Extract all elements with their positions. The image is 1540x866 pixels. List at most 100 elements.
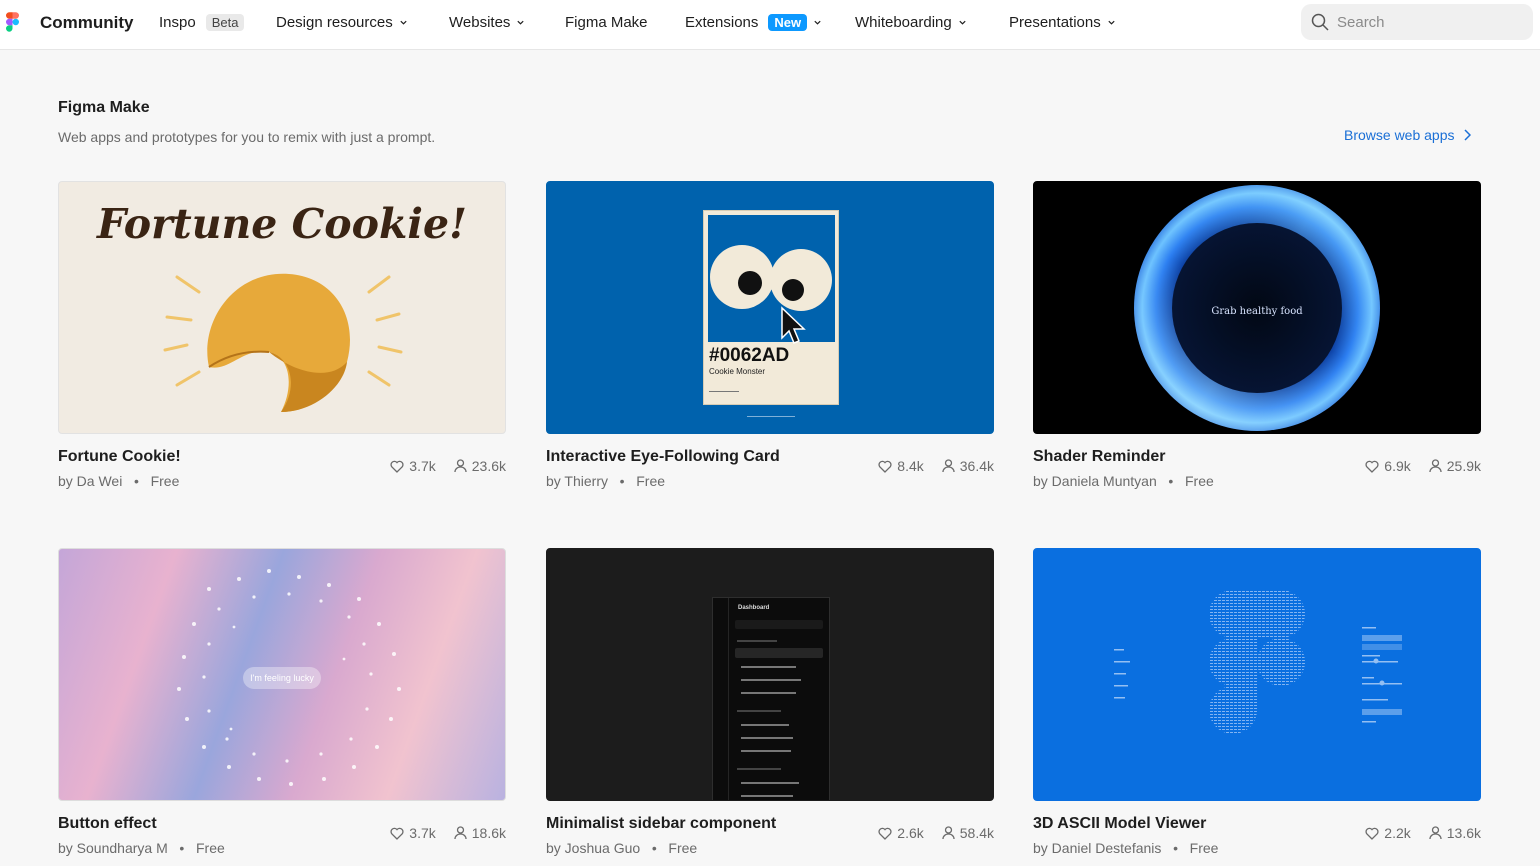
users-count: 18.6k [471,825,506,841]
user-icon [1429,459,1442,473]
chevron-right-icon [1463,129,1471,141]
card-title[interactable]: Minimalist sidebar component [546,815,776,833]
figma-logo-icon[interactable] [6,12,19,32]
users-count: 25.9k [1446,458,1481,474]
card-button-effect[interactable]: I'm feeling lucky Button effect by Sound… [58,548,506,856]
nav-item-presentations[interactable]: Presentations [1009,14,1116,31]
brand-title[interactable]: Community [40,13,134,33]
card-eye-following[interactable]: #0062AD Cookie Monster Interactive Eye-F… [546,181,994,489]
card-thumbnail[interactable]: I'm feeling lucky [58,548,506,801]
card-author: by Soundharya M • Free [58,840,225,856]
author-name[interactable]: by Daniela Muntyan [1033,473,1157,489]
search-input[interactable] [1337,13,1517,31]
card-thumbnail[interactable]: #0062AD Cookie Monster [546,181,994,434]
card-title[interactable]: Interactive Eye-Following Card [546,448,780,466]
cursor-icon [781,306,806,344]
card-thumbnail[interactable]: Dashboard [546,548,994,801]
author-name[interactable]: by Da Wei [58,473,122,489]
card-stats: 2.6k 58.4k [878,825,994,841]
price-label: Free [668,840,698,856]
separator-dot: • [1160,473,1182,489]
card-title[interactable]: Fortune Cookie! [58,448,181,466]
author-name[interactable]: by Thierry [546,473,608,489]
nav-item-label: Figma Make [565,14,648,31]
search-box[interactable] [1301,4,1533,40]
chevron-down-icon [814,20,821,25]
nav-item-inspo[interactable]: Inspo Beta [159,14,245,31]
author-name[interactable]: by Joshua Guo [546,840,640,856]
likes-count: 2.6k [897,825,924,841]
card-fortune-cookie[interactable]: Fortune Cookie! Fortune Cookie! by Da We… [58,181,506,489]
heart-icon [878,460,892,473]
user-icon [942,826,955,840]
chevron-down-icon [1108,20,1115,25]
card-author: by Joshua Guo • Free [546,840,697,856]
poster-caption: Cookie Monster [709,367,766,376]
card-shader-reminder[interactable]: Grab healthy food Shader Reminder by Dan… [1033,181,1481,489]
card-stats: 6.9k 25.9k [1365,458,1481,474]
chevron-down-icon [400,20,407,25]
search-icon [1311,13,1329,31]
card-stats: 3.7k 23.6k [390,458,506,474]
price-label: Free [195,840,225,856]
browse-label: Browse web apps [1344,127,1455,143]
users-count: 13.6k [1446,825,1481,841]
card-thumbnail[interactable]: Grab healthy food [1033,181,1481,434]
likes-count: 3.7k [409,825,436,841]
nav-item-label: Design resources [276,14,393,31]
likes-count: 3.7k [409,458,436,474]
card-thumbnail[interactable] [1033,548,1481,801]
sidebar-preview: Dashboard [712,597,830,800]
price-label: Free [150,473,180,489]
nav-item-label: Extensions [685,14,759,31]
left-eye [710,245,774,309]
user-icon [454,826,467,840]
browse-web-apps-link[interactable]: Browse web apps [1344,127,1471,143]
chevron-down-icon [959,20,966,25]
card-ascii-model-viewer[interactable]: 3D ASCII Model Viewer by Daniel Destefan… [1033,548,1481,856]
nav-item-label: Websites [449,14,511,31]
top-nav: Community Inspo Beta Design resources We… [0,0,1540,50]
fortune-cookie-icon [163,273,403,412]
section-subtitle: Web apps and prototypes for you to remix… [58,129,436,145]
separator-dot: • [171,840,193,856]
card-author: by Daniela Muntyan • Free [1033,473,1214,489]
users-count: 58.4k [959,825,994,841]
new-badge: New [768,14,808,31]
card-author: by Daniel Destefanis • Free [1033,840,1218,856]
card-author: by Thierry • Free [546,473,665,489]
heart-icon [1365,827,1379,840]
card-title[interactable]: Button effect [58,815,157,833]
chevron-down-icon [517,20,525,25]
separator-dot: • [644,840,665,856]
author-name[interactable]: by Soundharya M [58,840,168,856]
author-name[interactable]: by Daniel Destefanis [1033,840,1161,856]
likes-count: 8.4k [897,458,924,474]
nav-item-extensions[interactable]: Extensions New [685,14,822,31]
card-stats: 8.4k 36.4k [878,458,994,474]
card-title[interactable]: 3D ASCII Model Viewer [1033,815,1206,833]
nav-item-label: Presentations [1009,14,1101,31]
card-minimalist-sidebar[interactable]: Dashboard Minimalist sidebar component b… [546,548,994,856]
users-count: 23.6k [471,458,506,474]
shader-message: Grab healthy food [1211,306,1303,317]
separator-dot: • [1165,840,1186,856]
nav-item-websites[interactable]: Websites [449,14,525,31]
nav-item-whiteboarding[interactable]: Whiteboarding [855,14,967,31]
price-label: Free [636,473,666,489]
price-label: Free [1189,840,1219,856]
sidebar-preview-title: Dashboard [738,605,770,611]
likes-count: 6.9k [1384,458,1411,474]
section-title: Figma Make [58,99,150,116]
card-stats: 3.7k 18.6k [390,825,506,841]
card-thumbnail[interactable]: Fortune Cookie! [58,181,506,434]
heart-icon [878,827,892,840]
poster-hex-code: #0062AD [709,345,790,366]
heart-icon [390,460,404,473]
card-title[interactable]: Shader Reminder [1033,448,1165,466]
card-author: by Da Wei • Free [58,473,179,489]
nav-item-design-resources[interactable]: Design resources [276,14,408,31]
price-label: Free [1185,473,1214,489]
beta-badge: Beta [205,14,245,31]
nav-item-figma-make[interactable]: Figma Make [565,14,648,31]
